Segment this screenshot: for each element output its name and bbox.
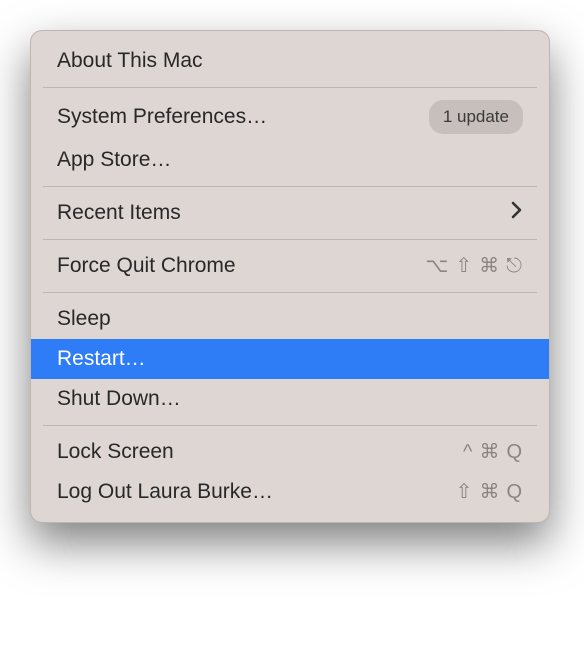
key-command-icon: ⌘ xyxy=(479,252,500,280)
menu-item-label: Shut Down… xyxy=(57,385,523,413)
menu-item-restart[interactable]: Restart… xyxy=(31,339,549,379)
key-shift-icon: ⇧ xyxy=(455,252,473,280)
menu-item-label: System Preferences… xyxy=(57,103,429,131)
menu-separator xyxy=(43,87,537,88)
keyboard-shortcut: ⌥ ⇧ ⌘ ⎋ xyxy=(425,252,523,280)
menu-item-label: Log Out Laura Burke… xyxy=(57,478,456,506)
menu-item-system-preferences[interactable]: System Preferences… 1 update xyxy=(31,94,549,140)
menu-item-force-quit[interactable]: Force Quit Chrome ⌥ ⇧ ⌘ ⎋ xyxy=(31,246,549,286)
keyboard-shortcut: ^ ⌘ Q xyxy=(463,438,523,466)
key-escape-icon: ⎋ xyxy=(506,252,523,280)
menu-item-label: App Store… xyxy=(57,146,523,174)
menu-item-label: Sleep xyxy=(57,305,523,333)
menu-item-label: Lock Screen xyxy=(57,438,463,466)
menu-item-lock-screen[interactable]: Lock Screen ^ ⌘ Q xyxy=(31,432,549,472)
menu-separator xyxy=(43,292,537,293)
menu-item-label: About This Mac xyxy=(57,47,523,75)
menu-item-app-store[interactable]: App Store… xyxy=(31,140,549,180)
key-option-icon: ⌥ xyxy=(425,252,449,280)
key-control-icon: ^ xyxy=(463,438,473,466)
menu-item-shut-down[interactable]: Shut Down… xyxy=(31,379,549,419)
key-command-icon: ⌘ xyxy=(479,478,500,506)
menu-item-log-out[interactable]: Log Out Laura Burke… ⇧ ⌘ Q xyxy=(31,472,549,512)
chevron-right-icon xyxy=(511,199,523,227)
menu-item-sleep[interactable]: Sleep xyxy=(31,299,549,339)
menu-separator xyxy=(43,425,537,426)
menu-item-recent-items[interactable]: Recent Items xyxy=(31,193,549,233)
menu-separator xyxy=(43,186,537,187)
menu-item-label: Force Quit Chrome xyxy=(57,252,425,280)
key-q-icon: Q xyxy=(506,478,523,506)
key-shift-icon: ⇧ xyxy=(456,478,474,506)
apple-menu: About This Mac System Preferences… 1 upd… xyxy=(30,30,550,523)
update-badge: 1 update xyxy=(429,100,523,134)
menu-separator xyxy=(43,239,537,240)
key-q-icon: Q xyxy=(506,438,523,466)
menu-item-label: Recent Items xyxy=(57,199,511,227)
menu-item-about-this-mac[interactable]: About This Mac xyxy=(31,41,549,81)
keyboard-shortcut: ⇧ ⌘ Q xyxy=(456,478,523,506)
key-command-icon: ⌘ xyxy=(479,438,500,466)
menu-item-label: Restart… xyxy=(57,345,523,373)
